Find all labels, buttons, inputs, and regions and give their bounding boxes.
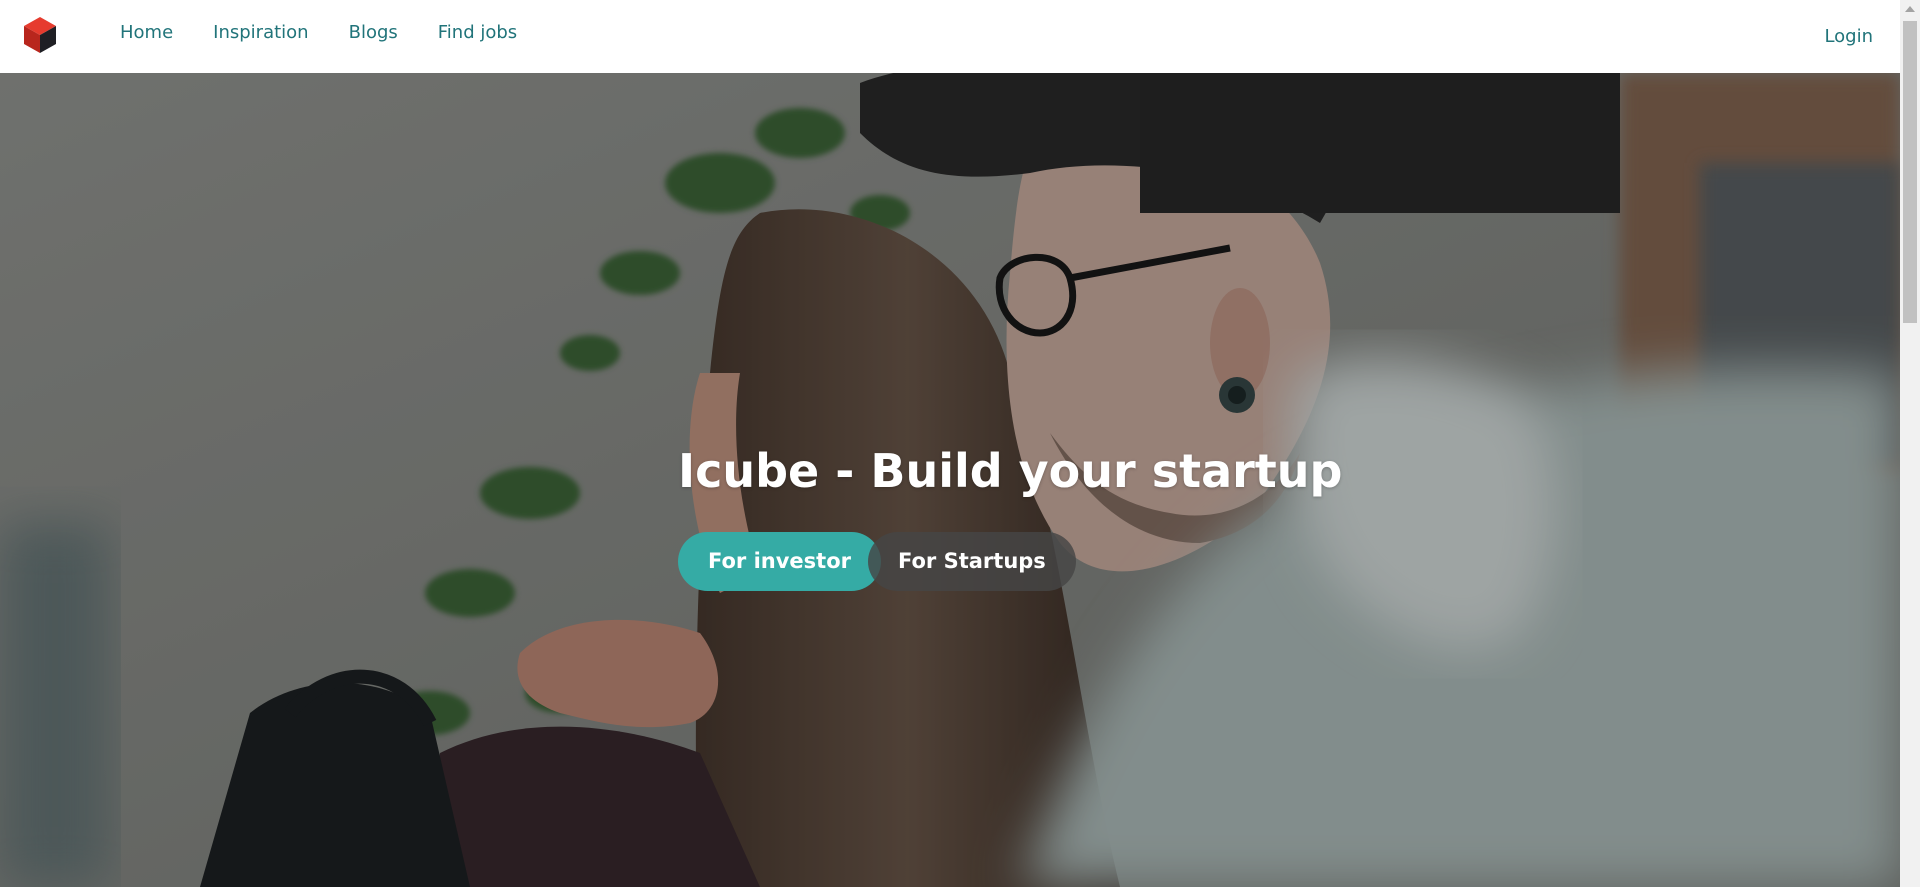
- nav-blogs-link[interactable]: Blogs: [349, 20, 398, 46]
- scroll-up-arrow-icon[interactable]: [1905, 6, 1915, 12]
- logo-cube-icon[interactable]: [22, 16, 58, 54]
- nav-find-jobs-link[interactable]: Find jobs: [438, 20, 517, 46]
- for-investor-button[interactable]: For investor: [678, 532, 881, 591]
- for-startups-button[interactable]: For Startups: [868, 532, 1076, 591]
- nav-links: Home Inspiration Blogs Find jobs: [120, 20, 557, 46]
- top-navbar: Home Inspiration Blogs Find jobs Login: [0, 0, 1900, 73]
- scroll-thumb[interactable]: [1903, 21, 1917, 323]
- nav-home-link[interactable]: Home: [120, 20, 173, 46]
- page-scrollbar[interactable]: [1900, 0, 1920, 887]
- page: Home Inspiration Blogs Find jobs Login I…: [0, 0, 1920, 887]
- nav-inspiration-link[interactable]: Inspiration: [213, 20, 308, 46]
- hero-section: Icube - Build your startup For investor …: [0, 73, 1900, 887]
- login-link[interactable]: Login: [1824, 24, 1873, 50]
- hero-title: Icube - Build your startup: [678, 444, 1343, 498]
